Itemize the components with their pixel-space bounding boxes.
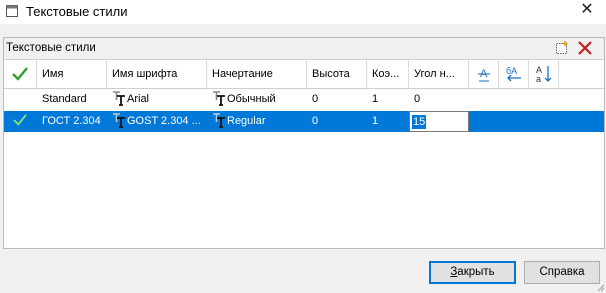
svg-text:a: a: [536, 74, 541, 84]
table-header: Имя Имя шрифта Начертание Высота Коэ... …: [4, 60, 604, 89]
row-style: Regular: [227, 115, 266, 127]
close-button-label: акрыть: [457, 266, 495, 278]
row-style-cell: Regular: [207, 111, 307, 132]
row-active-cell: [4, 111, 37, 132]
row-height: 0: [312, 93, 319, 105]
resize-grip-icon[interactable]: [595, 282, 605, 292]
header-name[interactable]: Имя: [37, 60, 107, 88]
row-font-cell: Arial: [107, 89, 207, 110]
row-height: 0: [312, 115, 319, 127]
angle-edit-value: 15: [412, 115, 427, 129]
header-font[interactable]: Имя шрифта: [107, 60, 207, 88]
header-angle[interactable]: Угол н...: [409, 60, 469, 88]
angle-edit-field[interactable]: 15: [409, 111, 469, 132]
row-style: Обычный: [227, 93, 276, 105]
check-icon: [12, 67, 28, 81]
window-title: Текстовые стили: [26, 4, 128, 19]
delete-style-icon[interactable]: [577, 40, 593, 56]
close-window-button[interactable]: ✕: [572, 0, 602, 20]
truetype-font-icon: [113, 91, 125, 106]
active-check-icon: [13, 114, 27, 126]
table-row-selected[interactable]: ГОСТ 2.304 GOST 2.304 ... Regular 0 1 15: [4, 111, 604, 132]
row-coef: 1: [372, 115, 379, 127]
row-name: ГОСТ 2.304: [42, 115, 101, 127]
row-font: GOST 2.304 ...: [127, 115, 201, 127]
svg-text:бA: бA: [506, 66, 517, 76]
new-style-icon[interactable]: [555, 41, 569, 55]
truetype-font-icon: [113, 113, 125, 128]
header-underline-col[interactable]: A: [469, 60, 499, 88]
text-styles-panel: Текстовые стили Имя Имя шрифта Начертани…: [3, 37, 605, 249]
panel-title: Текстовые стили: [6, 42, 96, 54]
row-font: Arial: [127, 93, 150, 105]
header-active-col[interactable]: [4, 60, 37, 88]
row-coef: 1: [372, 93, 379, 105]
title-bar: Текстовые стили ✕: [0, 0, 606, 24]
table-row[interactable]: Standard Arial Обычный 0 1 0: [4, 89, 604, 110]
header-coef[interactable]: Коэ...: [367, 60, 409, 88]
help-button[interactable]: Справка: [524, 261, 600, 284]
row-font-cell: GOST 2.304 ...: [107, 111, 207, 132]
header-sort-col[interactable]: A a: [529, 60, 559, 88]
truetype-font-icon: [213, 113, 225, 128]
sort-az-icon: A a: [536, 65, 551, 84]
close-button[interactable]: Закрыть: [429, 261, 516, 284]
underline-text-icon: A: [477, 68, 490, 82]
header-reverse-col[interactable]: бA: [499, 60, 529, 88]
row-style-cell: Обычный: [207, 89, 307, 110]
row-angle: 0: [414, 93, 421, 105]
header-style[interactable]: Начертание: [207, 60, 307, 88]
row-name: Standard: [42, 93, 87, 105]
panel-header: Текстовые стили: [4, 38, 604, 60]
header-height[interactable]: Высота: [307, 60, 367, 88]
app-icon: [6, 5, 18, 17]
truetype-font-icon: [213, 91, 225, 106]
reverse-text-icon: бA: [506, 66, 521, 82]
